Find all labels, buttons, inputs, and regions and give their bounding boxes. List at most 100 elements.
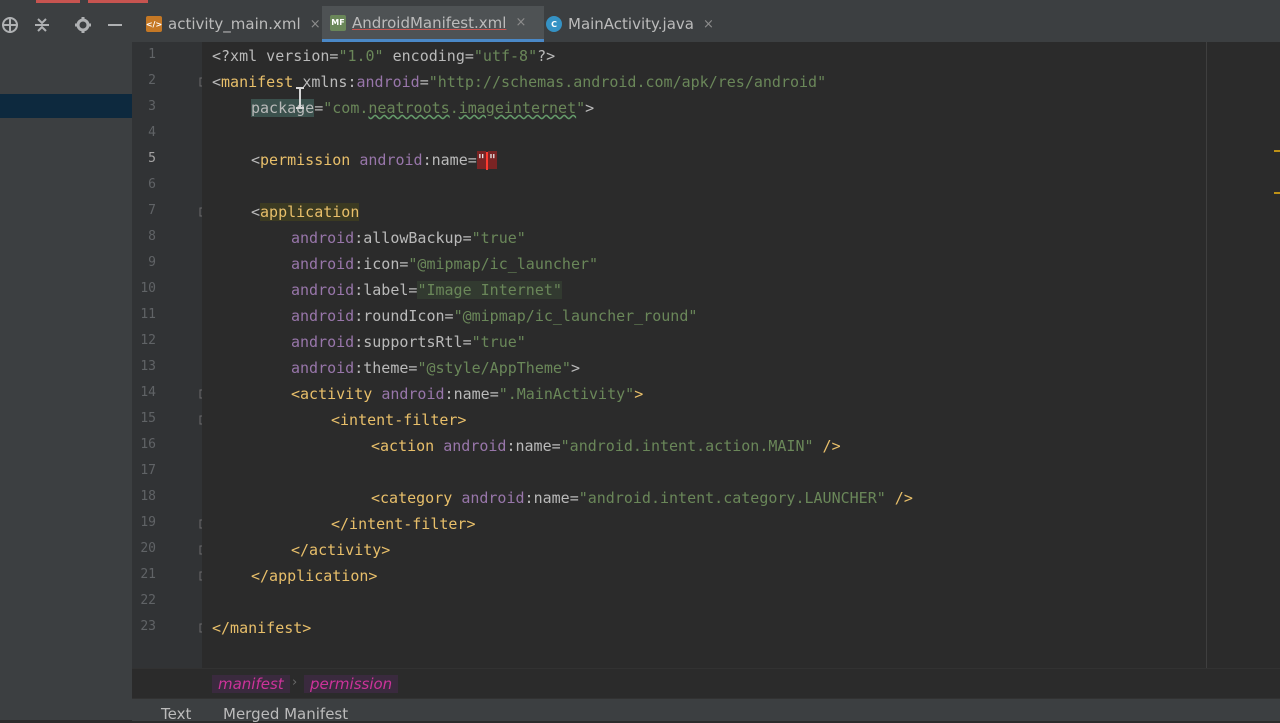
- tab-label: AndroidManifest.xml: [352, 13, 507, 32]
- code-line-9: android:icon="@mipmap/ic_launcher": [291, 251, 598, 277]
- tab-activity-main-xml[interactable]: </> activity_main.xml ×: [142, 6, 326, 42]
- colon: :: [354, 359, 364, 377]
- line-number: 18: [140, 489, 156, 504]
- tab-text[interactable]: Text: [161, 705, 191, 723]
- line-number: 15: [140, 411, 156, 426]
- attr-name: name: [431, 151, 468, 169]
- colon: :: [506, 437, 516, 455]
- code-line-19: </intent-filter>: [331, 511, 476, 537]
- tab-android-manifest-xml[interactable]: MF AndroidManifest.xml ×: [322, 6, 544, 42]
- attr-value: .: [449, 99, 459, 117]
- attr-name: name: [533, 489, 570, 507]
- code-line-16: <action android:name="android.intent.act…: [371, 433, 841, 459]
- line-number: 7: [148, 203, 156, 218]
- line-number: 3: [148, 99, 156, 114]
- locate-icon[interactable]: [0, 16, 20, 36]
- line-number: 4: [148, 125, 156, 140]
- code-line-7: <application: [251, 199, 360, 225]
- colon: :: [354, 255, 364, 273]
- equals: =: [489, 385, 499, 403]
- equals: =: [444, 307, 454, 325]
- tag-name: </activity>: [291, 541, 391, 559]
- attr-value: com.: [332, 99, 369, 117]
- breadcrumb-permission[interactable]: permission: [304, 675, 399, 693]
- namespace: android: [443, 437, 507, 455]
- colon: :: [354, 333, 364, 351]
- attr-value: "1.0": [338, 47, 384, 65]
- attr-value: "android.intent.category.LAUNCHER": [578, 489, 886, 507]
- tag-name: </manifest>: [212, 619, 312, 637]
- warning-marker[interactable]: [1274, 150, 1280, 152]
- line-number: 11: [140, 307, 156, 322]
- project-tree-selected-item[interactable]: [0, 94, 132, 118]
- attr-value: "http://schemas.android.com/apk/res/andr…: [428, 73, 827, 91]
- equals: =: [467, 151, 477, 169]
- tag-name: </application>: [251, 567, 378, 585]
- hide-panel-icon[interactable]: [105, 16, 125, 36]
- java-class-icon: C: [546, 16, 562, 32]
- attr-value: ".MainActivity": [498, 385, 635, 403]
- attr-value: "@mipmap/ic_launcher": [408, 255, 599, 273]
- error-stripe[interactable]: [1207, 42, 1280, 668]
- xml-prolog: ?>: [537, 47, 556, 65]
- close-icon[interactable]: ×: [515, 15, 526, 30]
- xml-layout-icon: </>: [146, 16, 162, 32]
- attr-name: icon: [363, 255, 400, 273]
- window-indicator: [36, 0, 80, 3]
- tag-bracket: />: [813, 437, 841, 455]
- xml-prolog: encoding=: [383, 47, 474, 65]
- code-editor[interactable]: <?xml version="1.0" encoding="utf-8"?> <…: [202, 42, 1206, 668]
- tag-name: <category: [371, 489, 462, 507]
- attr-name: label: [363, 281, 409, 299]
- gear-icon[interactable]: [73, 16, 93, 36]
- equals: =: [551, 437, 561, 455]
- attr-name: name: [515, 437, 552, 455]
- quote: ": [487, 151, 497, 169]
- namespace: android: [461, 489, 525, 507]
- tab-label: MainActivity.java: [568, 15, 694, 33]
- line-number: 6: [148, 177, 156, 192]
- code-line-1: <?xml version="1.0" encoding="utf-8"?>: [212, 43, 555, 69]
- attr-value: "true": [471, 229, 526, 247]
- tag-bracket: <: [212, 73, 222, 91]
- tag-name: permission: [260, 151, 351, 169]
- namespace: android: [359, 151, 423, 169]
- attr-value: "android.intent.action.MAIN": [560, 437, 814, 455]
- attr-value: "true": [471, 333, 526, 351]
- namespace: android: [291, 255, 355, 273]
- namespace: android: [381, 385, 445, 403]
- attr-value: "@mipmap/ic_launcher_round": [453, 307, 698, 325]
- line-number: 10: [140, 281, 156, 296]
- attr-name: roundIcon: [363, 307, 445, 325]
- tab-label: activity_main.xml: [168, 15, 301, 33]
- colon: :: [444, 385, 454, 403]
- editor-bottom-tabs: Text Merged Manifest: [132, 698, 1280, 723]
- attr-name: allowBackup: [363, 229, 463, 247]
- colon: :: [422, 151, 432, 169]
- attr-value: "@style/AppTheme": [417, 359, 571, 377]
- colon: :: [524, 489, 534, 507]
- collapse-all-icon[interactable]: [32, 16, 52, 36]
- code-line-10: android:label="Image Internet": [291, 277, 562, 303]
- code-line-18: <category android:name="android.intent.c…: [371, 485, 913, 511]
- tag-name: application: [260, 203, 360, 221]
- tag-bracket: />: [885, 489, 913, 507]
- namespace: android: [291, 333, 355, 351]
- close-icon[interactable]: ×: [310, 17, 321, 32]
- tab-main-activity-java[interactable]: C MainActivity.java ×: [540, 6, 736, 42]
- breadcrumb-manifest[interactable]: manifest: [212, 675, 290, 693]
- attr-value: "Image Internet": [417, 281, 562, 299]
- tab-merged-manifest[interactable]: Merged Manifest: [223, 705, 348, 723]
- warning-marker[interactable]: [1274, 192, 1280, 194]
- equals: =: [419, 73, 429, 91]
- colon: :: [347, 73, 357, 91]
- code-line-21: </application>: [251, 563, 377, 589]
- namespace: android: [291, 359, 355, 377]
- colon: :: [354, 229, 364, 247]
- equals: =: [569, 489, 579, 507]
- code-line-12: android:supportsRtl="true": [291, 329, 526, 355]
- namespace: android: [356, 73, 420, 91]
- close-icon[interactable]: ×: [703, 17, 714, 32]
- line-number: 14: [140, 385, 156, 400]
- equals: =: [462, 229, 472, 247]
